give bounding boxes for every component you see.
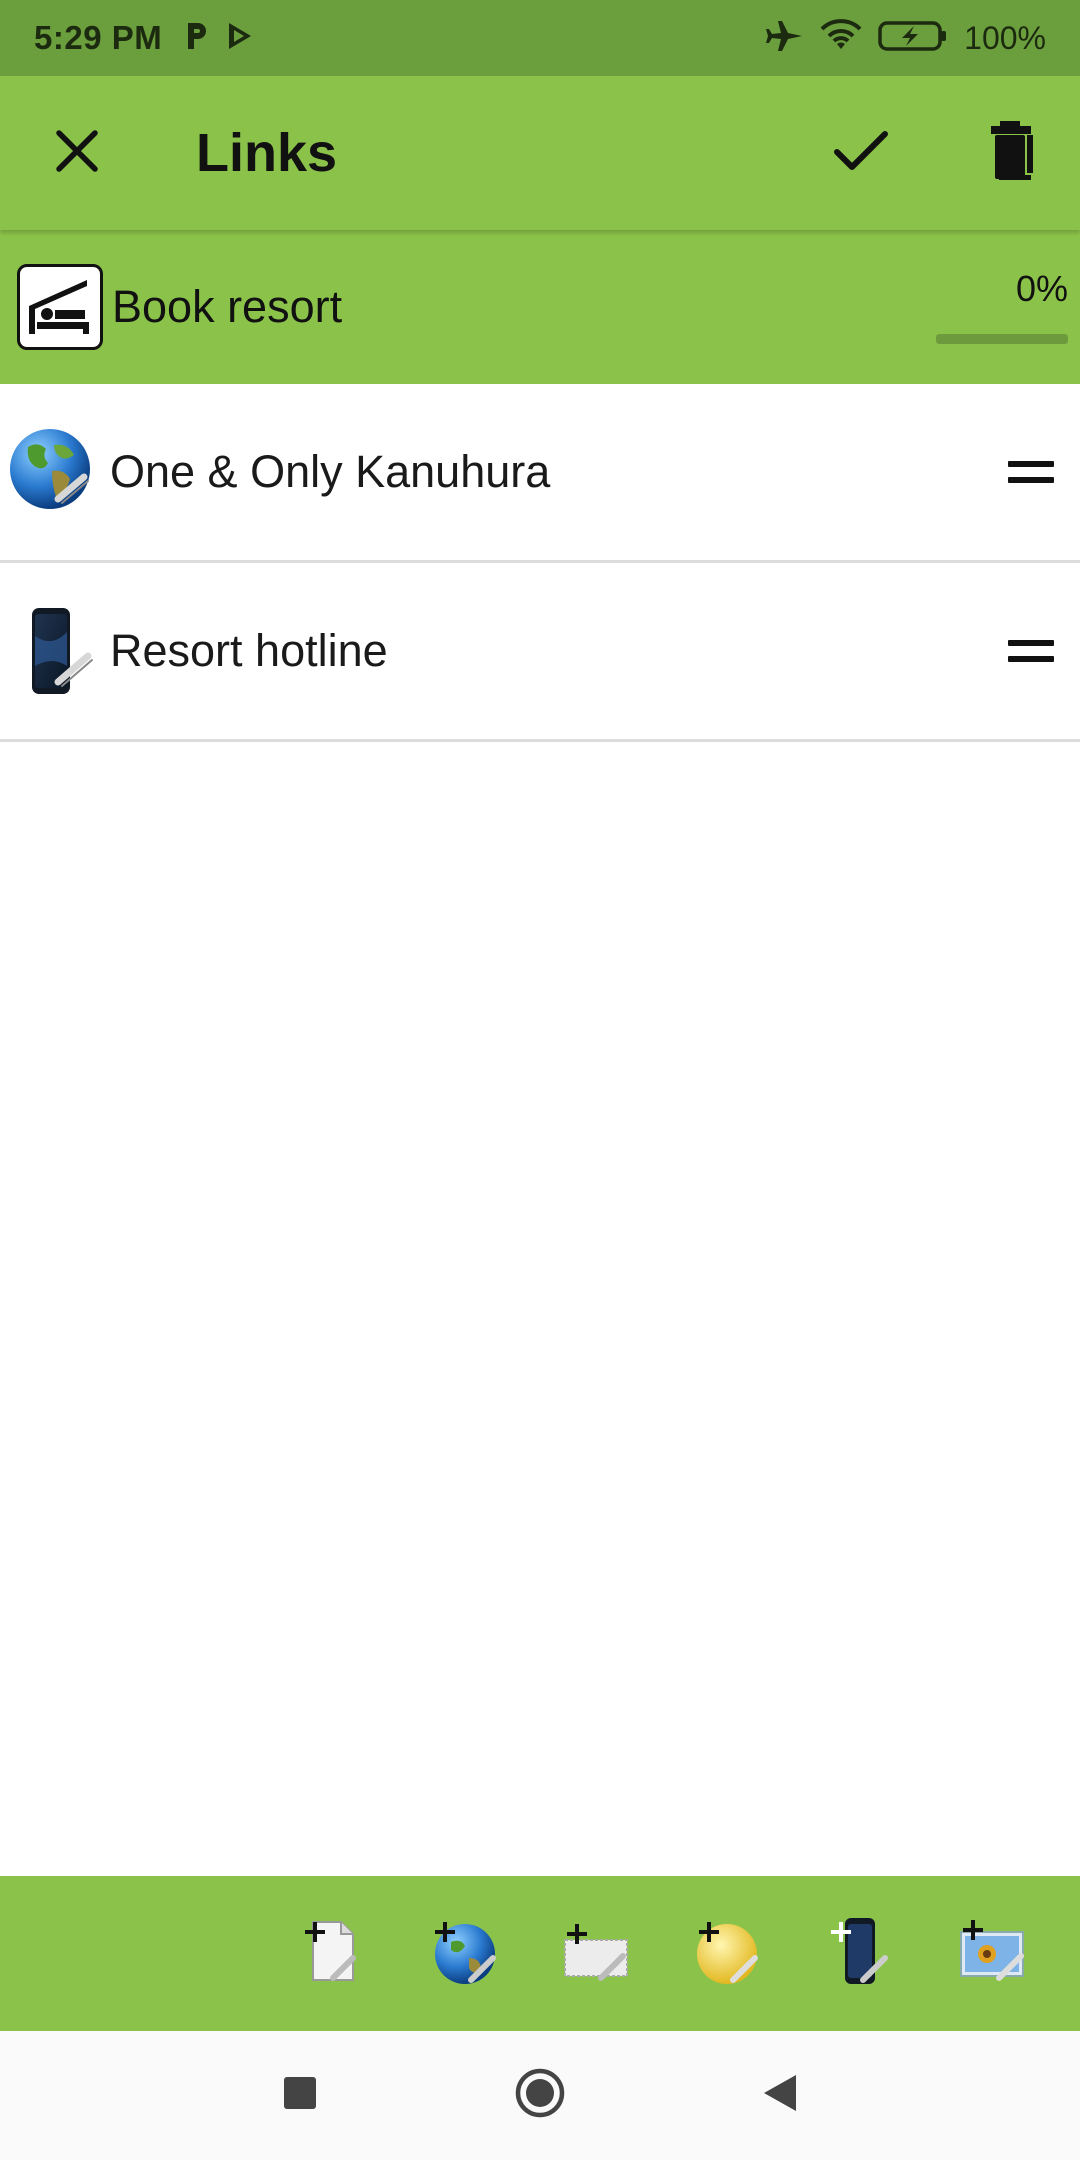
status-bar: 5:29 PM 100%: [0, 0, 1080, 76]
confirm-button[interactable]: [806, 98, 916, 208]
wifi-icon: [820, 18, 862, 58]
page-title: Links: [196, 123, 338, 183]
drag-handle[interactable]: [1008, 461, 1054, 483]
recents-square-icon: [282, 2075, 318, 2116]
add-email-link-button[interactable]: [530, 1888, 662, 2020]
close-icon: [54, 128, 100, 179]
phone-link-icon: [8, 606, 98, 696]
task-header[interactable]: Book resort 0%: [0, 230, 1080, 384]
progress-bar: [936, 334, 1068, 344]
back-button[interactable]: [750, 2066, 810, 2126]
status-left-icons: [184, 21, 254, 56]
add-file-link-button[interactable]: [266, 1888, 398, 2020]
home-button[interactable]: [510, 2066, 570, 2126]
progress-percent: 0%: [1015, 268, 1068, 309]
add-phone-link-button[interactable]: [794, 1888, 926, 2020]
bottom-toolbar: [0, 1876, 1080, 2031]
link-label: One & Only Kanuhura: [110, 446, 551, 497]
trash-icon: [985, 120, 1037, 186]
add-contact-link-button[interactable]: [662, 1888, 794, 2020]
globe-link-icon: [429, 1916, 499, 1991]
battery-percent: 100%: [964, 19, 1046, 56]
list-item[interactable]: Resort hotline: [0, 563, 1080, 742]
system-nav-bar: [0, 2031, 1080, 2160]
status-time: 5:29 PM: [34, 19, 163, 56]
link-list: One & Only Kanuhura Resort hotline: [0, 384, 1080, 742]
add-web-link-button[interactable]: [398, 1888, 530, 2020]
delete-button[interactable]: [956, 98, 1066, 208]
drag-handle[interactable]: [1008, 640, 1054, 662]
list-item[interactable]: One & Only Kanuhura: [0, 384, 1080, 563]
check-icon: [833, 129, 889, 178]
globe-link-icon: [8, 427, 98, 517]
task-title: Book resort: [112, 281, 343, 332]
p-app-icon: [184, 21, 208, 56]
contact-link-icon: [693, 1916, 763, 1991]
link-label: Resort hotline: [110, 625, 388, 676]
file-link-icon: [297, 1916, 367, 1991]
task-progress: 0%: [928, 268, 1068, 344]
battery-charging-icon: [878, 19, 948, 58]
hotel-bed-icon: [17, 264, 103, 350]
app-bar-actions: [806, 98, 1066, 208]
add-image-link-button[interactable]: [926, 1888, 1058, 2020]
phone-link-icon: [825, 1916, 895, 1991]
app-bar: Links: [0, 76, 1080, 230]
image-link-icon: [957, 1916, 1027, 1991]
recents-button[interactable]: [270, 2066, 330, 2126]
home-circle-icon: [514, 2067, 566, 2124]
status-right-icons: 100%: [766, 18, 1046, 58]
back-triangle-icon: [762, 2073, 798, 2118]
airplane-mode-icon: [766, 19, 804, 58]
mail-link-icon: [561, 1916, 631, 1991]
close-button[interactable]: [22, 98, 132, 208]
play-store-icon: [226, 21, 254, 56]
